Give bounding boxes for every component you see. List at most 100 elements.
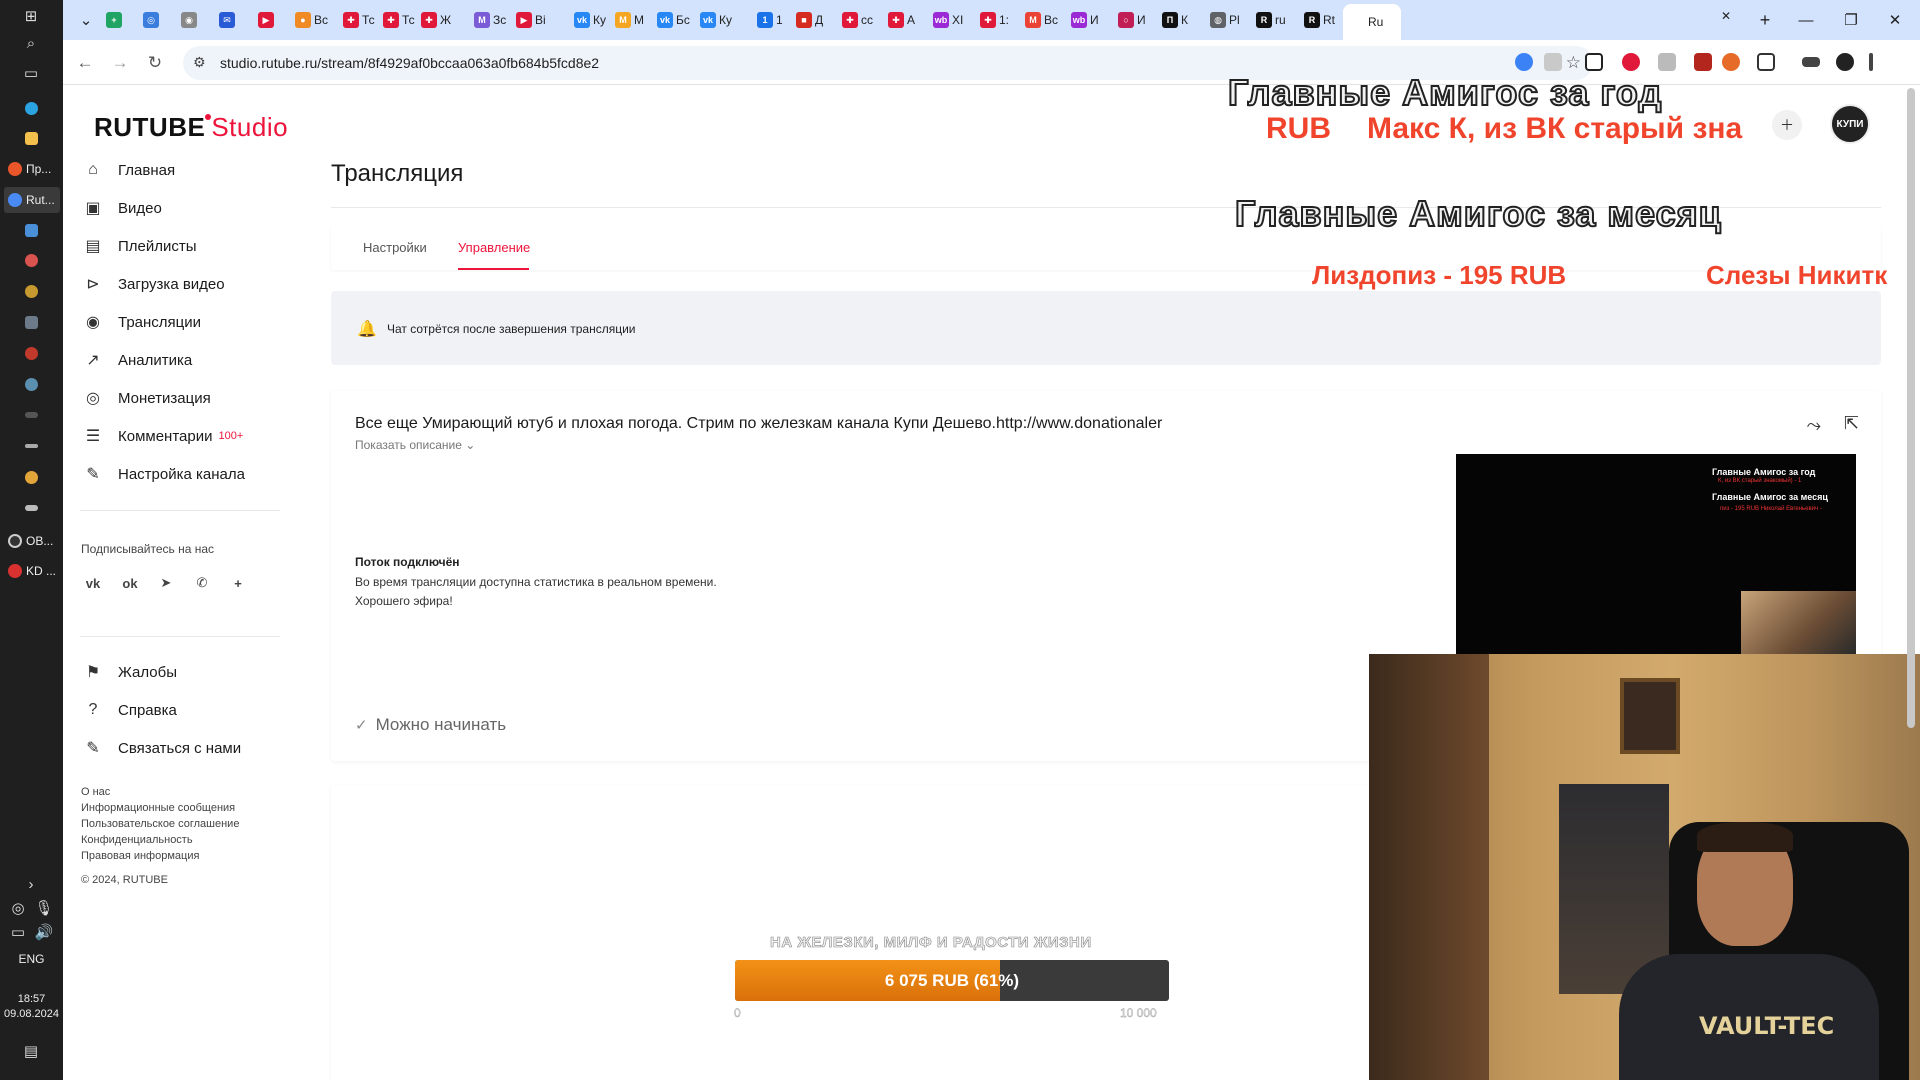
back-button[interactable]: ←	[71, 49, 99, 77]
language-indicator[interactable]: ENG	[0, 952, 63, 966]
picture-in-picture-icon[interactable]	[1585, 53, 1603, 71]
tab-management[interactable]: Управление	[458, 240, 530, 255]
edge-icon[interactable]	[16, 97, 46, 119]
footer-link[interactable]: Конфиденциальность	[81, 834, 193, 846]
footer-link[interactable]: Информационные сообщения	[81, 802, 235, 814]
wifi-app-icon[interactable]	[16, 373, 46, 395]
taskbar-app-icon[interactable]	[16, 497, 46, 519]
stream-preview-player[interactable]: Главные Амигос за год К, из ВК старый зн…	[1456, 454, 1856, 654]
browser-tab[interactable]: ● Вс	[289, 8, 331, 32]
browser-tab[interactable]: ✚ Тс	[377, 8, 419, 32]
url-text[interactable]: studio.rutube.ru/stream/8f4929af0bccaa06…	[220, 55, 599, 71]
tab-search-icon[interactable]: ⌄	[71, 8, 101, 32]
browser-tab[interactable]: ◍ Pl	[1204, 8, 1246, 32]
ok-icon[interactable]: ok	[118, 571, 142, 595]
media-control-icon[interactable]	[1802, 57, 1820, 67]
windows-start-icon[interactable]: ⊞	[18, 5, 44, 27]
sidebar-item-upload[interactable]: ⊳ Загрузка видео	[82, 270, 224, 298]
new-tab-icon[interactable]: +	[1750, 8, 1780, 32]
share-extension-icon[interactable]	[1544, 53, 1562, 71]
taskbar-app-icon[interactable]	[16, 342, 46, 364]
browser-tab[interactable]: ✚ Ж	[415, 8, 457, 32]
tray-icon[interactable]: ◎	[8, 897, 28, 919]
task-view-icon[interactable]: ▭	[18, 62, 44, 84]
notification-icon[interactable]: ▤	[18, 1040, 44, 1062]
sidebar-item-video[interactable]: ▣ Видео	[82, 194, 161, 222]
reload-button[interactable]: ↻	[141, 49, 169, 77]
taskbar-app-icon[interactable]	[16, 466, 46, 488]
browser-tab[interactable]: ◎	[137, 8, 179, 32]
minimize-button[interactable]: —	[1791, 8, 1821, 32]
scrollbar-thumb[interactable]	[1907, 88, 1915, 728]
telegram-icon[interactable]: ➤	[154, 571, 178, 595]
forward-button[interactable]: →	[106, 49, 134, 77]
pen-app-icon[interactable]	[16, 435, 46, 457]
sidebar-item-home[interactable]: ⌂ Главная	[82, 156, 175, 184]
extension-icon[interactable]	[1694, 53, 1712, 71]
calculator-icon[interactable]	[16, 311, 46, 333]
show-description-link[interactable]: Показать описание ⌄	[355, 438, 475, 452]
footer-link[interactable]: Правовая информация	[81, 850, 199, 862]
sidebar-item-broadcast[interactable]: ◉ Трансляции	[82, 308, 201, 336]
taskbar-app-2[interactable]: OB...	[4, 528, 60, 554]
share-icon[interactable]: ⤳	[1807, 415, 1821, 436]
sidebar-item-flag[interactable]: ⚑ Жалобы	[82, 658, 177, 686]
browser-tab[interactable]: ▶ Вi	[510, 8, 552, 32]
taskbar-app-3[interactable]: KD ...	[4, 558, 60, 584]
browser-menu-icon[interactable]	[1869, 53, 1873, 71]
extension-icon[interactable]	[1722, 53, 1740, 71]
browser-tab[interactable]: ПК	[1156, 8, 1198, 32]
vk-icon[interactable]: vk	[81, 571, 105, 595]
browser-tab[interactable]: vk Бс	[651, 8, 693, 32]
browser-tab[interactable]: Ru	[1343, 4, 1401, 40]
sidebar-item-wand[interactable]: ✎ Настройка канала	[82, 460, 245, 488]
browser-tab[interactable]: vk Ку	[694, 8, 736, 32]
footer-link[interactable]: Пользовательское соглашение	[81, 818, 239, 830]
browser-tab[interactable]: ✚ сс	[836, 8, 878, 32]
browser-tab[interactable]: M Вс	[1019, 8, 1061, 32]
taskbar-app-1[interactable]: Rut...	[4, 187, 60, 213]
browser-tab[interactable]: ✉	[213, 8, 255, 32]
browser-tab[interactable]: ■ Д	[790, 8, 832, 32]
chevron-right-icon[interactable]: ›	[18, 873, 44, 895]
extensions-puzzle-icon[interactable]	[1757, 53, 1775, 71]
browser-tab[interactable]: Rru	[1250, 8, 1292, 32]
more-icon[interactable]: +	[226, 571, 250, 595]
extension-icon[interactable]	[1658, 53, 1676, 71]
rutube-studio-logo[interactable]: RUTUBE Studio	[94, 112, 288, 142]
external-link-icon[interactable]: ⇱	[1844, 413, 1859, 434]
taskbar-app-0[interactable]: Пр...	[4, 156, 60, 182]
restore-button[interactable]: ❐	[1836, 8, 1866, 32]
sidebar-item-analytics[interactable]: ↗ Аналитика	[82, 346, 192, 374]
browser-tab[interactable]: wb И	[1065, 8, 1107, 32]
sidebar-item-contact[interactable]: ✎ Связаться с нами	[82, 734, 241, 762]
site-info-icon[interactable]: ⚙	[193, 54, 206, 71]
add-content-button[interactable]: ＋	[1772, 110, 1802, 140]
volume-icon[interactable]: 🔊	[34, 921, 54, 943]
avatar[interactable]: КУПИ	[1830, 104, 1870, 144]
chevron-down-icon[interactable]	[16, 404, 46, 426]
browser-tab[interactable]: ✚ 1:	[974, 8, 1016, 32]
microphone-icon[interactable]: 🎙	[34, 897, 54, 919]
taskbar-app-icon[interactable]	[16, 280, 46, 302]
browser-tab[interactable]: ▶	[252, 8, 294, 32]
window-close-button[interactable]: ✕	[1880, 8, 1910, 32]
tab-settings[interactable]: Настройки	[363, 240, 427, 255]
browser-tab[interactable]: ✚ Тс	[337, 8, 379, 32]
search-icon[interactable]: ⌕	[18, 32, 44, 54]
browser-tab[interactable]: MМ	[609, 8, 651, 32]
extension-icon[interactable]	[1622, 53, 1640, 71]
profile-icon[interactable]	[1836, 53, 1854, 71]
extension-icon[interactable]	[1515, 53, 1533, 71]
footer-link[interactable]: О нас	[81, 786, 110, 798]
sidebar-item-comments[interactable]: ☰ Комментарии 100+	[82, 422, 243, 450]
new-tab-button[interactable]	[1700, 8, 1730, 32]
browser-tab[interactable]: +	[100, 8, 142, 32]
file-explorer-icon[interactable]	[16, 127, 46, 149]
viber-icon[interactable]: ✆	[190, 571, 214, 595]
browser-tab[interactable]: ◉	[175, 8, 217, 32]
clock[interactable]: 18:57 09.08.2024	[0, 992, 63, 1022]
browser-tab[interactable]: ✚ А	[882, 8, 924, 32]
sidebar-item-playlist[interactable]: ▤ Плейлисты	[82, 232, 196, 260]
browser-tab[interactable]: vk Ку	[568, 8, 610, 32]
